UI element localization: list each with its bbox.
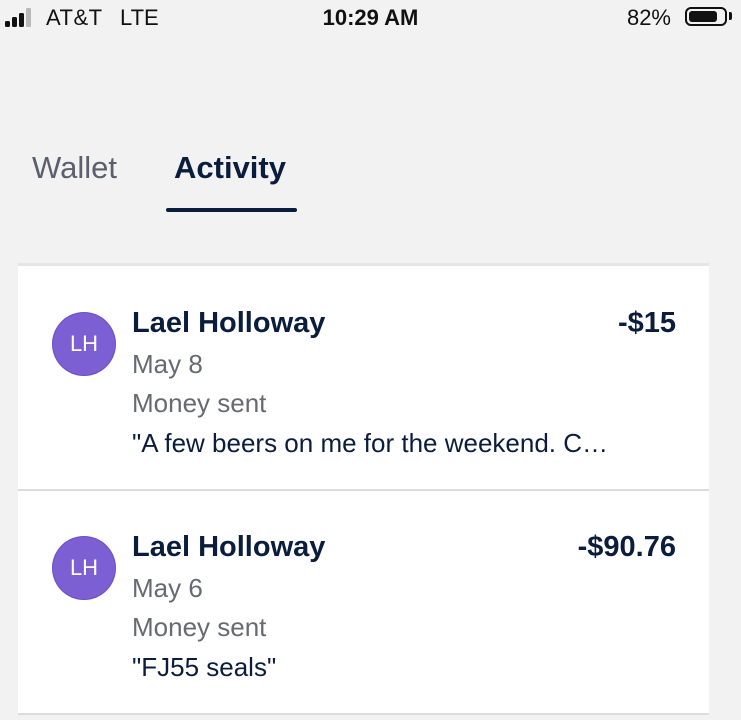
avatar: LH (53, 313, 115, 375)
transaction-type: Money sent (132, 612, 267, 642)
transaction-row[interactable]: LH Lael Holloway -$15 May 8 Money sent "… (18, 266, 709, 489)
transaction-date: May 6 (132, 573, 203, 603)
battery-icon (685, 7, 727, 26)
battery-percentage: 82% (626, 5, 671, 30)
tab-wallet[interactable]: Wallet (32, 150, 117, 186)
row-divider (18, 713, 709, 715)
avatar: LH (53, 537, 115, 599)
active-tab-indicator (166, 208, 297, 212)
transaction-name: Lael Holloway (132, 307, 326, 339)
transaction-amount: -$90.76 (577, 531, 676, 563)
transaction-name: Lael Holloway (132, 531, 326, 563)
transaction-amount: -$15 (617, 307, 676, 339)
battery-terminal (729, 12, 732, 20)
transaction-note: "A few beers on me for the weekend. C… (132, 428, 609, 458)
status-bar: AT&T LTE 10:29 AM 82% (0, 0, 741, 36)
transaction-row[interactable]: LH Lael Holloway -$90.76 May 6 Money sen… (18, 491, 709, 713)
transaction-date: May 8 (132, 349, 203, 379)
tab-activity[interactable]: Activity (174, 150, 286, 186)
transaction-note: "FJ55 seals" (132, 652, 277, 682)
transaction-type: Money sent (132, 388, 267, 418)
